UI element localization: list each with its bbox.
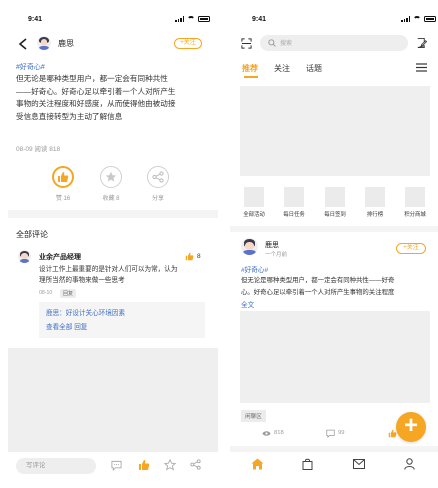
status-time: 9:41 (28, 16, 43, 23)
article-body: 但无论是哪种类型用户，都一定会有同种共性 ——好奇心。好奇心足以牵引着一个人对所… (16, 73, 216, 123)
hashtag[interactable]: #好奇心# (16, 62, 45, 72)
comment-body: 设计工作上最重要的是针对人们可以为常，认为 理所当然的事物来做一些思考 (39, 264, 214, 286)
wifi-icon (187, 16, 195, 22)
reply-text: 鹿思：好设计关心环境因素 (46, 307, 125, 317)
post-line: 心。好奇心足以牵引着一个人对所产生事物的关注程度 (241, 288, 395, 296)
read-full-link[interactable]: 全文 (241, 299, 254, 309)
placeholder-area (8, 348, 218, 452)
quick-entry-label[interactable]: 每日签到 (318, 210, 352, 218)
author-avatar[interactable] (241, 238, 258, 255)
quick-entry-label[interactable]: 积分商城 (398, 210, 432, 218)
back-arrow-icon[interactable] (18, 38, 28, 50)
like-button[interactable] (52, 166, 74, 188)
article-detail-screen: 9:41 鹿思 +关注 #好奇心# 但无论是哪种类型用户，都一定会有同种共性 —… (8, 0, 218, 488)
signal-icon (175, 16, 184, 22)
status-time: 9:41 (252, 16, 267, 23)
quick-entry-icon[interactable] (244, 187, 264, 207)
reply-badge[interactable]: 回复 (60, 289, 77, 298)
mail-icon[interactable] (353, 459, 365, 469)
section-divider (230, 226, 438, 232)
section-divider (8, 210, 218, 218)
home-icon[interactable] (251, 458, 264, 470)
post-tag[interactable]: 闲聊区 (241, 410, 266, 422)
quick-entry-icon[interactable] (284, 187, 304, 207)
article-line: 但无论是哪种类型用户，都一定会有同种共性 (16, 74, 168, 83)
community-feed-screen: 9:41 搜索 推荐 关注 话题 全部活动 每日任务 每日签到 排行榜 积分商城 (230, 0, 438, 488)
quick-entry-icon[interactable] (365, 187, 385, 207)
search-input[interactable]: 搜索 (260, 35, 408, 51)
search-placeholder: 搜索 (280, 41, 293, 47)
bag-icon[interactable] (302, 458, 313, 470)
comment-icon[interactable] (326, 429, 335, 438)
like-count: 赞 16 (55, 196, 71, 202)
comment-count: 99 (338, 430, 345, 436)
follow-button[interactable]: +关注 (174, 38, 202, 49)
thumbs-up-icon[interactable] (138, 459, 150, 471)
share-icon (152, 171, 164, 183)
battery-icon (424, 16, 436, 22)
share-icon[interactable] (190, 459, 201, 470)
article-line: 受信息直接转型为主动了解信息 (16, 111, 123, 121)
eye-icon (262, 431, 271, 436)
author-name[interactable]: 鹿思 (58, 38, 74, 49)
author-avatar[interactable] (37, 36, 51, 50)
quick-entry-label[interactable]: 每日任务 (277, 210, 311, 218)
comment-like-count: 8 (197, 253, 201, 260)
comment-icon[interactable] (111, 460, 122, 471)
hashtag[interactable]: #好奇心# (241, 264, 268, 274)
tab-following[interactable]: 关注 (274, 63, 290, 74)
favorite-button[interactable] (100, 166, 122, 188)
create-post-button[interactable]: + (396, 412, 426, 442)
author-name[interactable]: 鹿思 (265, 240, 279, 250)
commenter-name[interactable]: 业余产品经理 (39, 252, 81, 262)
comment-line: 设计工作上最重要的是针对人们可以为常，认为 (39, 266, 178, 273)
battery-icon (198, 16, 210, 22)
star-icon[interactable] (164, 459, 176, 471)
quick-entry-label[interactable]: 全部活动 (237, 210, 271, 218)
favorite-count: 收藏 8 (102, 196, 120, 202)
quick-entry-label[interactable]: 排行榜 (358, 210, 392, 218)
thumbs-up-icon[interactable] (185, 252, 194, 261)
post-image-placeholder[interactable] (240, 311, 430, 403)
banner-placeholder[interactable] (240, 86, 430, 176)
share-label: 分享 (151, 196, 164, 202)
article-line: ——好奇心。好奇心足以牵引着一个人对所产生 (16, 86, 176, 96)
comments-title: 全部评论 (16, 230, 48, 239)
thumbs-up-icon (58, 172, 69, 182)
article-meta: 08-09 阅读 818 (16, 146, 61, 153)
search-icon (268, 39, 276, 47)
quick-entry-icon[interactable] (405, 187, 425, 207)
view-all-replies-link[interactable]: 查看全部 回复 (46, 321, 87, 331)
comment-time: 08-10 (39, 290, 53, 296)
scan-icon[interactable] (241, 38, 252, 49)
wifi-icon (413, 16, 421, 22)
status-icons (401, 16, 436, 22)
tab-topics[interactable]: 话题 (306, 63, 322, 74)
tab-recommend[interactable]: 推荐 (242, 63, 258, 74)
active-tab-indicator (244, 76, 258, 78)
menu-icon[interactable] (416, 63, 427, 72)
edit-icon[interactable] (416, 37, 427, 49)
commenter-avatar[interactable] (18, 250, 31, 263)
reply-content: 鹿思：好设计关心环境因素 (46, 310, 126, 317)
post-body: 但无论是哪种类型用户，都一定会有同种共性——好奇 心。好奇心足以牵引着一个人对所… (241, 275, 437, 298)
post-time: 一个月前 (265, 252, 288, 258)
post-line: 但无论是哪种类型用户，都一定会有同种共性——好奇 (241, 277, 395, 284)
user-icon[interactable] (404, 458, 415, 470)
comment-input[interactable]: 写评论 (16, 458, 96, 474)
view-count: 818 (274, 430, 284, 436)
section-divider (230, 446, 438, 452)
quick-entry-icon[interactable] (325, 187, 345, 207)
share-button[interactable] (147, 166, 169, 188)
article-line: 事物的关注程度和好感度，从而使得他由被动接 (16, 99, 176, 109)
status-icons (175, 16, 210, 22)
comment-line: 理所当然的事物来做一些思考 (39, 277, 125, 284)
signal-icon (401, 16, 410, 22)
follow-button[interactable]: +关注 (396, 243, 426, 254)
star-icon (105, 171, 117, 182)
